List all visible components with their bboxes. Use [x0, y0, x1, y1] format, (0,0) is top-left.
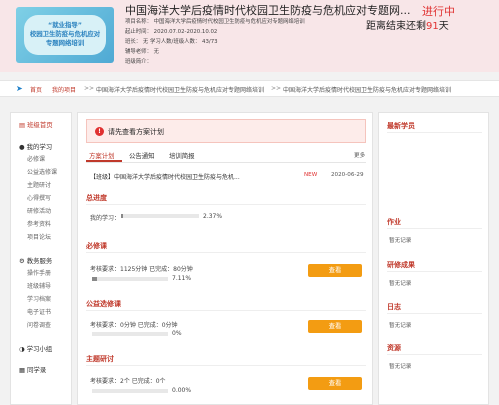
resources-empty: 暂无记录	[389, 364, 412, 370]
elective-course-percent: 0%	[172, 330, 182, 337]
banner-line: “就业指导”	[48, 21, 82, 29]
breadcrumb-project[interactable]: 中国海洋大学后疫情时代校园卫生防疫与危机应对专题网络培训	[96, 85, 264, 94]
news-item-date: 2020-06-29	[331, 172, 364, 178]
divider	[387, 271, 482, 272]
contacts-icon: ▦	[19, 366, 26, 374]
book-icon: ▤	[19, 121, 26, 129]
sidebar-item-required[interactable]: 必修课	[27, 154, 45, 163]
seminar-progress-bar	[92, 389, 168, 393]
breadcrumb-separator: >>	[84, 85, 95, 92]
sidebar-item-references[interactable]: 参考资料	[27, 219, 51, 228]
divider	[387, 354, 482, 355]
elective-course-requirement: 考核要求：0分钟 已完成：0分钟	[90, 322, 178, 329]
more-link[interactable]: 更多	[354, 151, 365, 159]
member-count-line: 班长： 无 学习人数/班级人数： 43/73	[125, 39, 218, 45]
news-item-title[interactable]: 【班级】中国海洋大学后疫情时代校园卫生防疫与危机...	[90, 172, 240, 181]
course-banner-image: “就业指导” 校园卫生防疫与危机应对 专题网络培训	[16, 7, 114, 63]
required-course-percent: 7.11%	[172, 275, 192, 282]
sidebar-item-manual[interactable]: 操作手册	[27, 268, 51, 277]
banner-line: 校园卫生防疫与危机应对	[29, 30, 101, 38]
breadcrumb-home[interactable]: 首页	[30, 85, 42, 94]
seminar-title: 主题研讨	[86, 355, 114, 363]
course-header: “就业指导” 校园卫生防疫与危机应对 专题网络培训 中国海洋大学后疫情时代校园卫…	[0, 0, 499, 72]
journal-title: 日志	[387, 303, 401, 311]
left-sidebar: ▤ 班级首页 ● 我的学习 必修课 公益选修课 主题研讨 心得撰写 研修活动 参考资…	[10, 112, 72, 405]
sidebar-item-classmates[interactable]: ▦ 同学录	[19, 365, 46, 374]
breadcrumb-my-project[interactable]: 我的项目	[52, 85, 76, 94]
seminar-requirement: 考核要求：2个 已完成：0个	[90, 378, 166, 385]
sidebar-item-admin[interactable]: ⚙ 教务服务	[19, 256, 52, 265]
required-course-requirement: 考核要求：1125分钟 已完成：80分钟	[90, 266, 193, 273]
my-progress-label: 我的学习：	[90, 215, 121, 222]
breadcrumb: ➤ 首页 我的项目 >> 中国海洋大学后疫情时代校园卫生防疫与危机应对专题网络培…	[0, 80, 499, 97]
tab-briefings[interactable]: 培训简报	[169, 151, 195, 160]
view-seminar-button[interactable]: 查看	[308, 377, 362, 390]
required-course-progress-bar	[92, 277, 168, 281]
elective-course-title: 公益选修课	[86, 300, 121, 308]
tab-plan[interactable]: 方案计划	[89, 151, 115, 160]
required-course-title: 必修课	[86, 242, 107, 250]
paper-plane-icon: ➤	[16, 84, 23, 93]
total-progress-bar	[121, 214, 199, 218]
total-progress-title: 总进度	[86, 194, 107, 202]
journal-empty: 暂无记录	[389, 323, 412, 329]
period-line: 起止时间： 2020.07.02-2020.10.02	[125, 29, 218, 35]
sidebar-item-forum[interactable]: 项目论坛	[27, 232, 51, 241]
homework-empty: 暂无记录	[389, 238, 412, 244]
sidebar-item-archive[interactable]: 学习档案	[27, 294, 51, 303]
banner-line: 专题网络培训	[45, 39, 85, 47]
class-intro-line: 班级简介：	[125, 59, 152, 65]
view-required-course-button[interactable]: 查看	[308, 264, 362, 277]
divider	[387, 228, 482, 229]
sidebar-item-tutoring[interactable]: 班级辅导	[27, 281, 51, 290]
progress-fill	[92, 277, 98, 281]
user-icon: ●	[19, 143, 25, 151]
sidebar-item-activities[interactable]: 研修活动	[27, 206, 51, 215]
new-badge: NEW	[304, 172, 318, 178]
divider	[86, 204, 366, 205]
total-progress-percent: 2.37%	[203, 213, 223, 220]
notice-banner: ! 请先查看方案计划	[86, 119, 366, 143]
countdown-days: 91	[426, 21, 439, 32]
sidebar-item-survey[interactable]: 问卷调查	[27, 320, 51, 329]
gear-icon: ⚙	[19, 257, 25, 265]
resources-title: 资源	[387, 344, 401, 352]
sidebar-item-group[interactable]: ◑ 学习小组	[19, 344, 52, 353]
sidebar-item-class-home[interactable]: ▤ 班级首页	[19, 120, 53, 129]
sidebar-item-elective[interactable]: 公益选修课	[27, 167, 57, 176]
new-students-title: 最新学员	[387, 122, 415, 130]
progress-fill	[121, 214, 123, 218]
notice-text: 请先查看方案计划	[108, 128, 164, 136]
divider	[86, 252, 366, 253]
homework-title: 作业	[387, 218, 401, 226]
elective-course-progress-bar	[92, 332, 168, 336]
divider	[86, 310, 366, 311]
tutor-line: 辅导老师： 无	[125, 49, 160, 55]
breadcrumb-separator: >>	[271, 85, 282, 92]
tab-announcements[interactable]: 公告通知	[129, 151, 155, 160]
right-column: 最新学员 作业 暂无记录 研修成果 暂无记录 日志 暂无记录 资源 暂无记录	[378, 112, 489, 405]
research-results-title: 研修成果	[387, 261, 415, 269]
research-results-empty: 暂无记录	[389, 281, 412, 287]
sidebar-item-reflection[interactable]: 心得撰写	[27, 193, 51, 202]
divider	[387, 132, 482, 133]
view-elective-course-button[interactable]: 查看	[308, 320, 362, 333]
divider	[387, 313, 482, 314]
divider	[86, 162, 366, 163]
sidebar-item-certificate[interactable]: 电子证书	[27, 307, 51, 316]
exclamation-icon: !	[95, 127, 104, 136]
seminar-percent: 0.00%	[172, 387, 192, 394]
countdown: 距离结束还剩91天	[366, 21, 449, 32]
breadcrumb-class: 中国海洋大学后疫情时代校园卫生防疫与危机应对专题网络培训	[283, 87, 452, 94]
project-name-line: 项目名称： 中国海洋大学后疫情时代校园卫生防疫与危机应对专题网络培训	[125, 19, 305, 25]
course-title: 中国海洋大学后疫情时代校园卫生防疫与危机应对专题网...	[125, 4, 411, 17]
group-icon: ◑	[19, 345, 25, 353]
sidebar-item-seminar[interactable]: 主题研讨	[27, 180, 51, 189]
sidebar-item-my-study[interactable]: ● 我的学习	[19, 142, 52, 151]
main-panel: ! 请先查看方案计划 方案计划 公告通知 培训简报 更多 【班级】中国海洋大学后…	[77, 112, 373, 405]
divider	[86, 365, 366, 366]
